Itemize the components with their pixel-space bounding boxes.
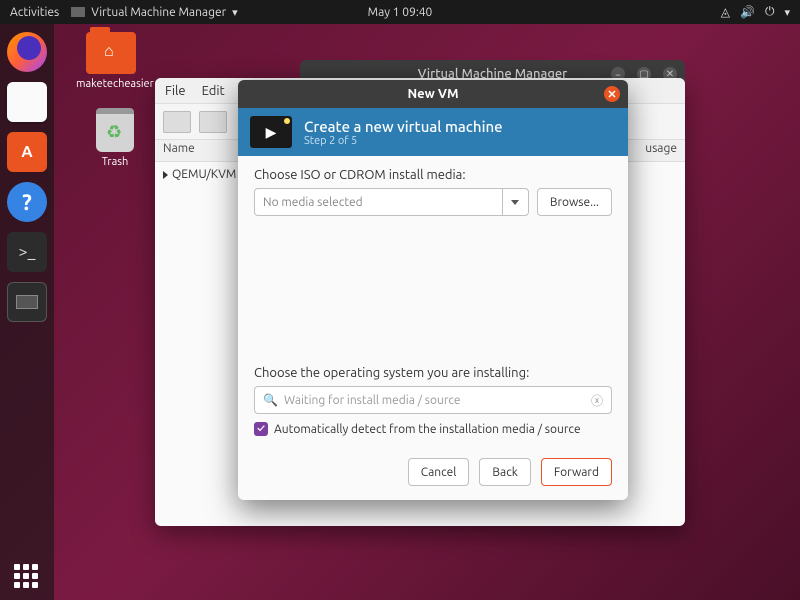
dialog-body: Choose ISO or CDROM install media: No me… [238, 156, 628, 448]
dock-firefox[interactable] [5, 30, 49, 74]
browse-button[interactable]: Browse... [537, 188, 612, 216]
back-button[interactable]: Back [479, 458, 530, 486]
desktop-folder-maketecheasier[interactable]: maketecheasier [76, 32, 146, 90]
help-icon: ? [7, 182, 47, 222]
top-bar: Activities Virtual Machine Manager ▾ May… [0, 0, 800, 24]
menu-edit[interactable]: Edit [202, 84, 225, 98]
connection-label: QEMU/KVM [172, 168, 236, 181]
dialog-header-title: Create a new virtual machine [304, 118, 503, 135]
files-icon [7, 82, 47, 122]
system-menu-chevron-icon[interactable]: ▾ [784, 6, 790, 19]
dock: A ? >_ [0, 24, 54, 600]
cancel-button[interactable]: Cancel [408, 458, 470, 486]
app-menu-label: Virtual Machine Manager [91, 6, 226, 19]
vmm-indicator-icon [71, 7, 85, 17]
autodetect-checkbox-row[interactable]: ✓ Automatically detect from the installa… [254, 422, 612, 436]
activities-button[interactable]: Activities [10, 6, 59, 19]
folder-icon [86, 32, 136, 74]
install-media-combo[interactable]: No media selected [254, 188, 529, 216]
dialog-titlebar[interactable]: New VM ✕ [238, 80, 628, 108]
vmm-icon [7, 282, 47, 322]
dock-terminal[interactable]: >_ [5, 230, 49, 274]
terminal-icon: >_ [7, 232, 47, 272]
install-media-value: No media selected [263, 196, 363, 209]
autodetect-label: Automatically detect from the installati… [274, 423, 581, 436]
chevron-down-icon: ▾ [232, 6, 238, 19]
firefox-icon [7, 32, 47, 72]
app-menu[interactable]: Virtual Machine Manager ▾ [71, 6, 237, 19]
network-icon[interactable]: ◬ [721, 5, 730, 19]
search-icon: 🔍 [263, 393, 278, 407]
menu-file[interactable]: File [165, 84, 186, 98]
checkbox-checked-icon[interactable]: ✓ [254, 422, 268, 436]
new-vm-dialog: New VM ✕ Create a new virtual machine St… [238, 80, 628, 500]
dialog-title: New VM [407, 87, 458, 101]
os-search-placeholder: Waiting for install media / source [284, 394, 461, 407]
clear-icon[interactable]: ⓧ [591, 392, 603, 409]
clock[interactable]: May 1 09:40 [368, 6, 433, 19]
combo-dropdown-button[interactable] [502, 189, 528, 215]
media-field-label: Choose ISO or CDROM install media: [254, 168, 612, 182]
dock-files[interactable] [5, 80, 49, 124]
desktop-trash[interactable]: Trash [80, 108, 150, 168]
expand-caret-icon[interactable] [163, 171, 168, 179]
desktop-trash-label: Trash [80, 156, 150, 168]
show-applications-button[interactable] [14, 564, 38, 588]
dialog-step-label: Step 2 of 5 [304, 135, 503, 147]
os-search-input[interactable]: 🔍 Waiting for install media / source ⓧ [254, 386, 612, 414]
toolbar-open-icon[interactable] [199, 111, 227, 133]
trash-icon [96, 108, 134, 152]
dock-software[interactable]: A [5, 130, 49, 174]
dock-virt-manager[interactable] [5, 280, 49, 324]
dialog-close-button[interactable]: ✕ [604, 86, 620, 102]
power-icon[interactable]: ⏻ [765, 5, 775, 19]
forward-button[interactable]: Forward [541, 458, 612, 486]
create-vm-icon [250, 116, 292, 148]
software-icon: A [7, 132, 47, 172]
volume-icon[interactable]: 🔊 [740, 5, 755, 19]
desktop-folder-label: maketecheasier [76, 78, 146, 90]
column-usage[interactable]: usage [645, 142, 677, 159]
dialog-header: Create a new virtual machine Step 2 of 5 [238, 108, 628, 156]
dialog-footer: Cancel Back Forward [238, 448, 628, 500]
toolbar-new-vm-icon[interactable] [163, 111, 191, 133]
os-field-label: Choose the operating system you are inst… [254, 366, 612, 380]
chevron-down-icon [511, 200, 519, 205]
dock-help[interactable]: ? [5, 180, 49, 224]
